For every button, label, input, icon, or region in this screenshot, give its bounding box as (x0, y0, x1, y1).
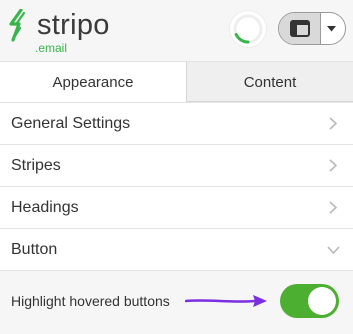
settings-tabs: Appearance Content (0, 61, 353, 102)
section-label: Headings (11, 199, 79, 216)
annotation-arrow-icon (185, 295, 267, 307)
tab-content[interactable]: Content (187, 61, 353, 102)
caret-down-icon[interactable] (327, 26, 336, 32)
chevron-right-icon (329, 201, 337, 214)
section-button[interactable]: Button (0, 228, 353, 270)
logo-domain: .email (35, 41, 68, 55)
chevron-right-icon (329, 159, 337, 172)
logo-wordmark: stripo (37, 9, 110, 41)
section-label: Button (11, 241, 58, 258)
button-settings-panel: Highlight hovered buttons (0, 270, 353, 334)
tab-appearance[interactable]: Appearance (0, 61, 187, 102)
view-mode-button[interactable] (279, 13, 321, 44)
section-general-settings[interactable]: General Settings (0, 102, 353, 144)
stripo-logo: stripo .email (8, 7, 133, 57)
toggle-knob (308, 287, 336, 315)
section-label: Stripes (11, 157, 61, 174)
panel-layout-icon (290, 20, 310, 37)
editor-header: stripo .email (0, 0, 353, 61)
view-mode-control[interactable] (278, 12, 346, 45)
chevron-down-icon (327, 246, 340, 254)
spinner-icon (230, 11, 266, 47)
highlight-hovered-buttons-label: Highlight hovered buttons (11, 293, 170, 309)
section-headings[interactable]: Headings (0, 186, 353, 228)
section-label: General Settings (11, 115, 131, 132)
section-stripes[interactable]: Stripes (0, 144, 353, 186)
chevron-right-icon (329, 117, 337, 130)
lightning-bolt-icon (9, 9, 26, 42)
highlight-hovered-buttons-toggle[interactable] (280, 284, 339, 318)
